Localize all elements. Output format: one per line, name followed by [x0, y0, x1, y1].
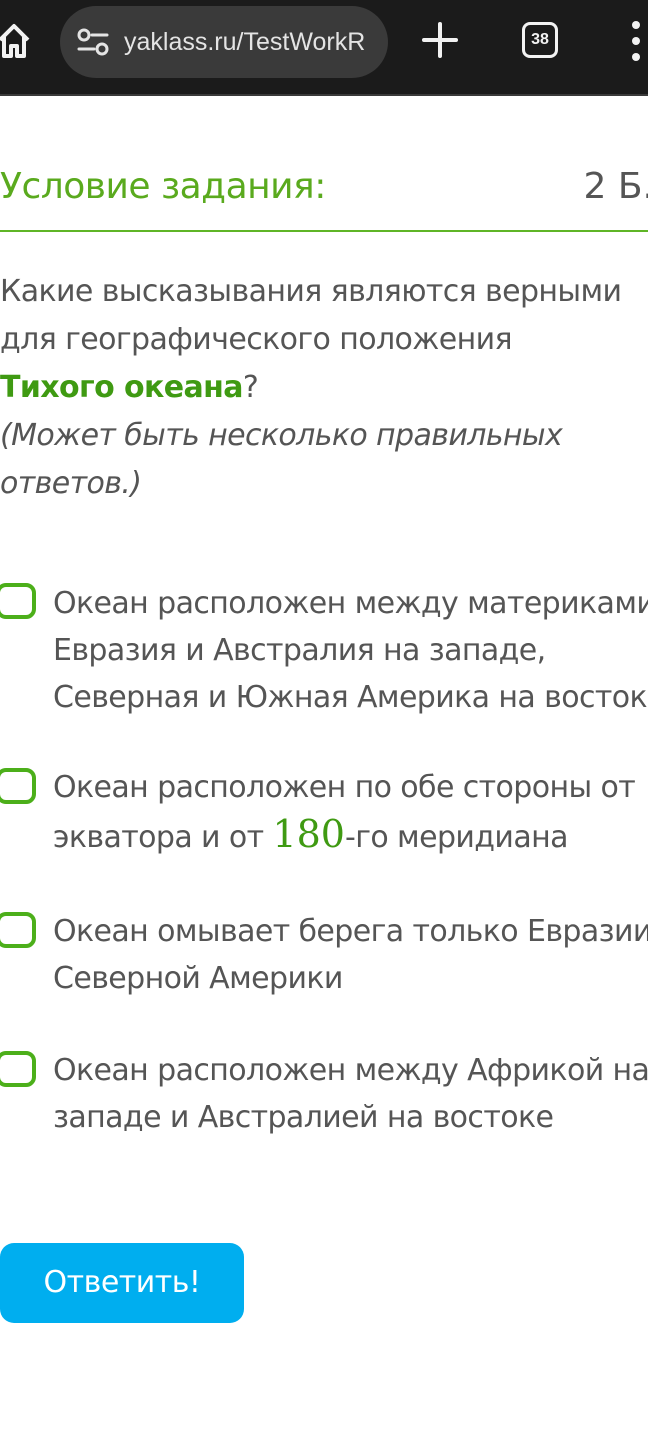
option-line: западе и Австралией на востоке [53, 1100, 554, 1135]
question-part1: Какие высказывания являются верными для … [0, 274, 622, 357]
more-vert-icon[interactable] [626, 18, 646, 64]
task-header: Условие задания: 2 Б. [0, 162, 648, 232]
submit-answer-button[interactable]: Ответить! [0, 1243, 244, 1323]
option-text[interactable]: Океан омывает берега только Евразии и Се… [53, 908, 648, 1002]
task-title: Условие задания: [0, 166, 326, 207]
math-number: 180 [272, 812, 345, 856]
question-note: (Может быть несколько правильных ответов… [0, 418, 563, 501]
plus-icon[interactable] [420, 20, 460, 60]
address-bar[interactable]: yaklass.ru/TestWorkR [60, 6, 388, 78]
option-line: -го меридиана [344, 820, 569, 855]
home-icon[interactable] [0, 18, 34, 62]
checkbox[interactable] [0, 1051, 36, 1087]
question-part2: ? [242, 370, 259, 405]
option-line: Океан расположен между материками [53, 586, 648, 621]
option-line: Евразия и Австралия на западе, [53, 633, 546, 668]
checkbox[interactable] [0, 768, 36, 804]
question-highlight: Тихого океана [0, 370, 244, 405]
option-text[interactable]: Океан расположен по обе стороны от экват… [53, 764, 648, 861]
option-line: Океан расположен по обе стороны от [53, 770, 636, 805]
option-line: Океан расположен между Африкой на [53, 1053, 648, 1088]
url-text[interactable]: yaklass.ru/TestWorkR [124, 24, 376, 60]
option-line: Северная и Южная Америка на востоке [53, 680, 648, 715]
browser-toolbar: yaklass.ru/TestWorkR 38 [0, 0, 648, 96]
tabs-icon[interactable]: 38 [522, 22, 558, 58]
question-text: Какие высказывания являются верными для … [0, 268, 640, 508]
option-line: экватора и от [53, 820, 273, 855]
task-points: 2 Б. [583, 166, 648, 207]
site-settings-icon[interactable] [76, 26, 110, 58]
option-line: Океан омывает берега только Евразии и [53, 914, 648, 949]
option-text[interactable]: Океан расположен между материками Еврази… [53, 580, 648, 721]
checkbox[interactable] [0, 912, 36, 948]
option-line: Северной Америки [53, 961, 343, 996]
option-text[interactable]: Океан расположен между Африкой на западе… [53, 1047, 648, 1141]
checkbox[interactable] [0, 583, 36, 619]
